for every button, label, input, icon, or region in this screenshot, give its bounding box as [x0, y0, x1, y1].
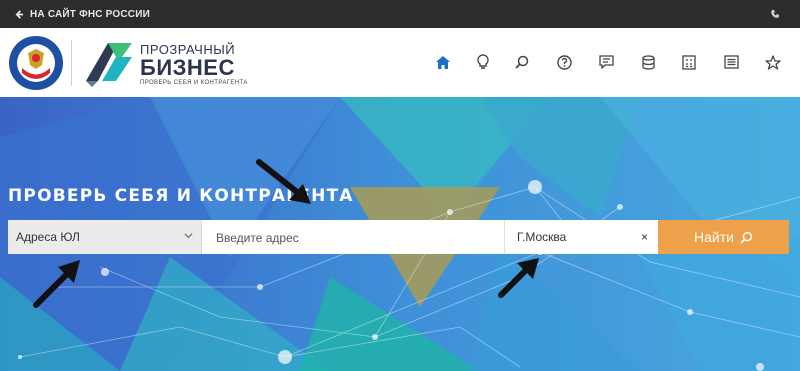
address-field-wrap	[202, 220, 520, 256]
top-bar: НА САЙТ ФНС РОССИИ	[0, 0, 800, 28]
main-nav	[430, 50, 790, 74]
logo-line3: ПРОВЕРЬ СЕБЯ И КОНТРАГЕНТА	[140, 80, 248, 86]
nav-database[interactable]	[636, 50, 660, 74]
back-link-label: НА САЙТ ФНС РОССИИ	[30, 8, 150, 20]
nav-calculator[interactable]	[677, 50, 701, 74]
nav-home[interactable]	[431, 50, 455, 74]
clear-city-icon[interactable]: ×	[641, 230, 648, 244]
star-icon	[765, 54, 781, 70]
home-icon	[436, 55, 450, 69]
question-icon	[556, 54, 572, 70]
nav-ideas[interactable]	[471, 50, 495, 74]
search-button[interactable]: Найти	[658, 220, 789, 254]
logo-line2: БИЗНЕС	[140, 55, 235, 80]
search-icon	[740, 231, 753, 244]
search-icon	[515, 55, 529, 69]
city-field[interactable]: Г.Москва ×	[505, 220, 658, 254]
phone-icon	[771, 10, 779, 18]
nav-favorites[interactable]	[761, 50, 785, 74]
search-button-label: Найти	[694, 229, 734, 245]
logo-text[interactable]: ПРОЗРАЧНЫЙ БИЗНЕС ПРОВЕРЬ СЕБЯ И КОНТРАГ…	[140, 43, 248, 87]
phone-button[interactable]	[770, 0, 780, 28]
prozrachny-biznes-logo-icon[interactable]	[82, 37, 134, 89]
database-icon	[641, 54, 655, 70]
lightbulb-icon	[477, 54, 489, 69]
header-divider	[71, 40, 72, 86]
city-value: Г.Москва	[517, 230, 567, 244]
annotation-arrow-icon	[256, 159, 311, 204]
hero-section: ПРОВЕРЬ СЕБЯ И КОНТРАГЕНТА Адреса ЮЛ Г.М…	[0, 97, 800, 371]
nav-search[interactable]	[510, 50, 534, 74]
search-bar: Адреса ЮЛ Г.Москва × Найти	[8, 220, 789, 256]
address-input[interactable]	[202, 220, 520, 256]
chevron-down-icon	[184, 233, 193, 239]
nav-help[interactable]	[552, 50, 576, 74]
nav-list[interactable]	[719, 50, 743, 74]
search-type-value: Адреса ЮЛ	[16, 230, 80, 244]
arrow-left-icon	[15, 9, 24, 19]
back-to-fns-link[interactable]: НА САЙТ ФНС РОССИИ	[15, 0, 150, 28]
list-icon	[723, 55, 739, 69]
fns-emblem-icon[interactable]	[8, 35, 64, 91]
calculator-icon	[682, 54, 696, 70]
chat-icon	[598, 55, 614, 69]
nav-chat[interactable]	[594, 50, 618, 74]
annotation-arrow-icon	[498, 258, 539, 298]
search-type-select[interactable]: Адреса ЮЛ	[8, 220, 202, 254]
annotation-arrow-icon	[33, 260, 80, 308]
